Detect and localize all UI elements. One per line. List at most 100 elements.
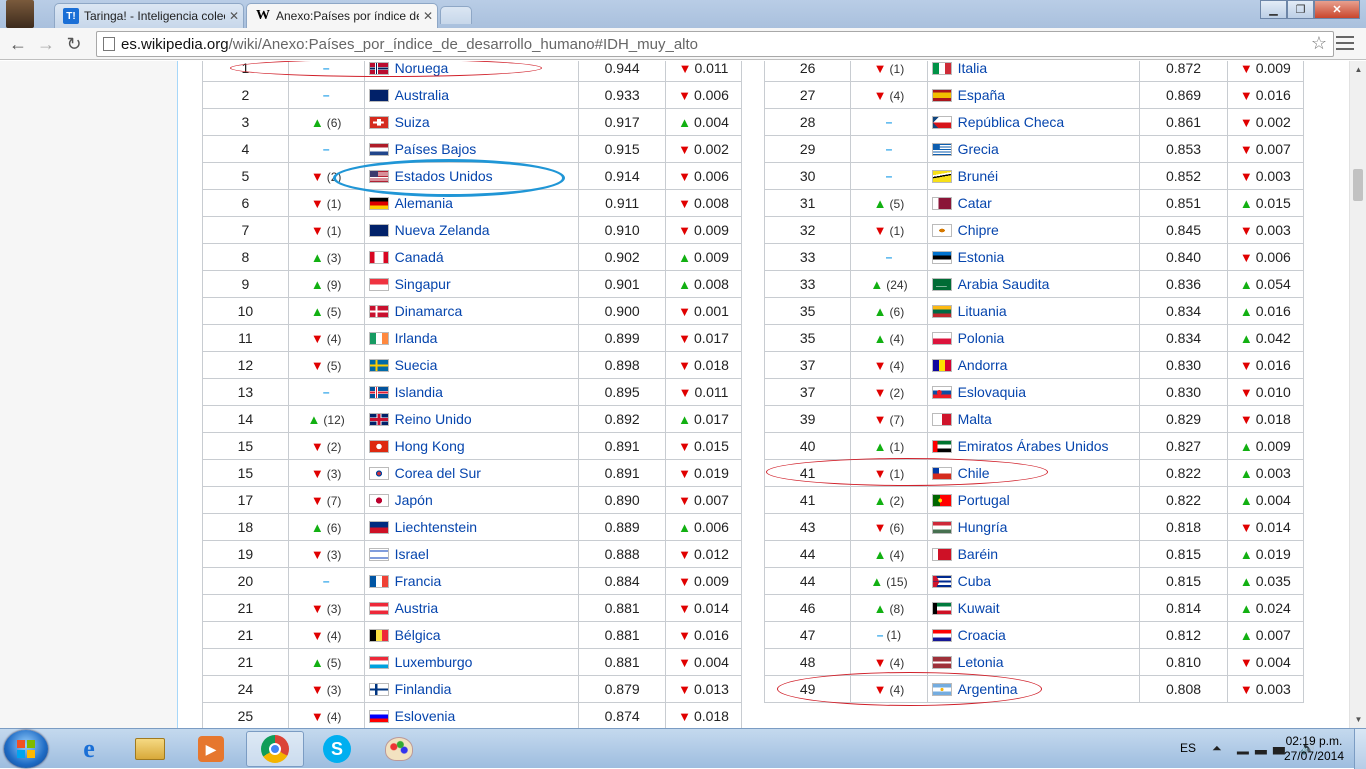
table-row: 11 ▼ (4) Irlanda 0.899 ▼ 0.017 <box>202 324 742 352</box>
country-link[interactable]: Canadá <box>395 249 444 265</box>
country-link[interactable]: Nueva Zelanda <box>395 222 490 238</box>
hdi-value-cell: 0.884 <box>578 567 667 595</box>
reload-icon[interactable]: ↻ <box>62 32 86 56</box>
new-tab-button[interactable] <box>440 6 472 24</box>
country-link[interactable]: Brunéi <box>958 168 998 184</box>
country-link[interactable]: Catar <box>958 195 992 211</box>
skype-icon[interactable]: S <box>308 731 366 767</box>
flag-icon-norway <box>368 62 389 75</box>
hdi-change-value: 0.003 <box>1255 465 1291 481</box>
country-link[interactable]: Dinamarca <box>395 303 463 319</box>
hdi-change-value: 0.019 <box>1255 546 1291 562</box>
forward-icon[interactable]: → <box>34 32 58 56</box>
scroll-up-icon[interactable]: ▲ <box>1350 61 1366 78</box>
country-link[interactable]: Israel <box>395 546 429 562</box>
country-link[interactable]: Baréin <box>958 546 998 562</box>
country-link[interactable]: Islandia <box>395 384 443 400</box>
down-arrow-icon: ▼ <box>310 708 324 724</box>
tab-close-icon[interactable]: ✕ <box>225 9 243 23</box>
up-arrow-icon: ▲ <box>1239 304 1253 319</box>
country-link[interactable]: Eslovenia <box>395 708 456 724</box>
country-link[interactable]: Andorra <box>958 357 1008 373</box>
close-button[interactable]: ✕ <box>1314 0 1360 19</box>
country-link[interactable]: Cuba <box>958 573 991 589</box>
table-row: 47– (1) Croacia 0.812 ▲ 0.007 <box>763 621 1305 649</box>
tab-close-icon[interactable]: ✕ <box>419 9 437 23</box>
country-link[interactable]: Suiza <box>395 114 430 130</box>
country-link[interactable]: Hungría <box>958 519 1008 535</box>
country-link[interactable]: Croacia <box>958 627 1006 643</box>
country-link[interactable]: Noruega <box>395 61 449 76</box>
country-link[interactable]: Austria <box>395 600 439 616</box>
country-link[interactable]: Malta <box>958 411 992 427</box>
country-link[interactable]: Hong Kong <box>395 438 465 454</box>
show-desktop-button[interactable] <box>1354 729 1366 769</box>
vertical-scrollbar[interactable]: ▲ ▼ <box>1349 61 1366 728</box>
country-link[interactable]: Corea del Sur <box>395 465 481 481</box>
country-link[interactable]: Chipre <box>958 222 999 238</box>
country-link[interactable]: Estados Unidos <box>395 168 493 184</box>
address-bar[interactable]: es.wikipedia.org/wiki/Anexo:Países_por_í… <box>96 31 1334 57</box>
language-indicator[interactable]: ES <box>1180 741 1196 755</box>
country-link[interactable]: Países Bajos <box>395 141 477 157</box>
hdi-change-cell: ▲ 0.019 <box>1226 540 1305 568</box>
hdi-value-cell: 0.845 <box>1139 216 1228 244</box>
scroll-down-icon[interactable]: ▼ <box>1350 711 1366 728</box>
country-link[interactable]: Eslovaquia <box>958 384 1027 400</box>
chrome-icon[interactable] <box>246 731 304 767</box>
maximize-button[interactable]: ❐ <box>1287 0 1314 19</box>
hdi-change-value: 0.035 <box>1255 573 1291 589</box>
scrollbar-thumb[interactable] <box>1353 169 1363 201</box>
minimize-button[interactable]: ▁ <box>1260 0 1287 19</box>
start-button[interactable] <box>4 730 48 768</box>
paint-icon[interactable] <box>370 731 428 767</box>
country-link[interactable]: Arabia Saudita <box>958 276 1050 292</box>
country-cell: Corea del Sur <box>363 459 580 487</box>
tab-wikipedia[interactable]: W Anexo:Países por índice de desarrollo … <box>246 3 438 28</box>
country-link[interactable]: Chile <box>958 465 990 481</box>
clock[interactable]: 02:19 p.m. 27/07/2014 <box>1284 734 1344 764</box>
country-cell: Estados Unidos <box>363 162 580 190</box>
back-icon[interactable]: ← <box>6 32 30 56</box>
menu-icon[interactable] <box>1336 34 1354 52</box>
country-link[interactable]: Suecia <box>395 357 438 373</box>
country-link[interactable]: Letonia <box>958 654 1004 670</box>
country-link[interactable]: Portugal <box>958 492 1010 508</box>
bookmark-star-icon[interactable]: ☆ <box>1311 33 1327 54</box>
media-player-icon[interactable]: ▶ <box>182 731 240 767</box>
country-link[interactable]: República Checa <box>958 114 1065 130</box>
country-link[interactable]: Finlandia <box>395 681 452 697</box>
country-link[interactable]: Argentina <box>958 681 1018 697</box>
table-row: 37 ▼ (2) Eslovaquia 0.830 ▼ 0.010 <box>763 378 1305 406</box>
hdi-change-cell: ▼ 0.003 <box>1226 216 1305 244</box>
country-link[interactable]: Irlanda <box>395 330 438 346</box>
country-link[interactable]: Alemania <box>395 195 453 211</box>
country-link[interactable]: Italia <box>958 61 988 76</box>
rank-change-cell: ▲ (24) <box>850 270 928 298</box>
tab-taringa[interactable]: T! Taringa! - Inteligencia colectiva ✕ <box>54 3 244 28</box>
country-link[interactable]: Kuwait <box>958 600 1000 616</box>
country-link[interactable]: Francia <box>395 573 442 589</box>
country-link[interactable]: Singapur <box>395 276 451 292</box>
country-link[interactable]: Bélgica <box>395 627 441 643</box>
hdi-change-cell: ▼ 0.011 <box>665 61 742 82</box>
country-link[interactable]: Australia <box>395 87 449 103</box>
user-avatar[interactable] <box>6 0 34 28</box>
rank-change-cell: ▼ (2) <box>287 432 365 460</box>
country-link[interactable]: Lituania <box>958 303 1007 319</box>
country-link[interactable]: Grecia <box>958 141 999 157</box>
country-link[interactable]: Luxemburgo <box>395 654 473 670</box>
hdi-change-value: 0.018 <box>693 708 729 724</box>
up-arrow-icon: ▲ <box>678 412 691 427</box>
country-link[interactable]: Japón <box>395 492 433 508</box>
country-link[interactable]: Reino Unido <box>395 411 472 427</box>
flag-icon-qatar <box>931 197 952 210</box>
country-link[interactable]: Liechtenstein <box>395 519 478 535</box>
file-explorer-icon[interactable] <box>121 731 179 767</box>
country-link[interactable]: Polonia <box>958 330 1005 346</box>
country-link[interactable]: España <box>958 87 1005 103</box>
country-link[interactable]: Estonia <box>958 249 1005 265</box>
internet-explorer-icon[interactable]: e <box>60 731 118 767</box>
country-link[interactable]: Emiratos Árabes Unidos <box>958 438 1109 454</box>
table-row: 48 ▼ (4) Letonia 0.810 ▼ 0.004 <box>763 648 1305 676</box>
